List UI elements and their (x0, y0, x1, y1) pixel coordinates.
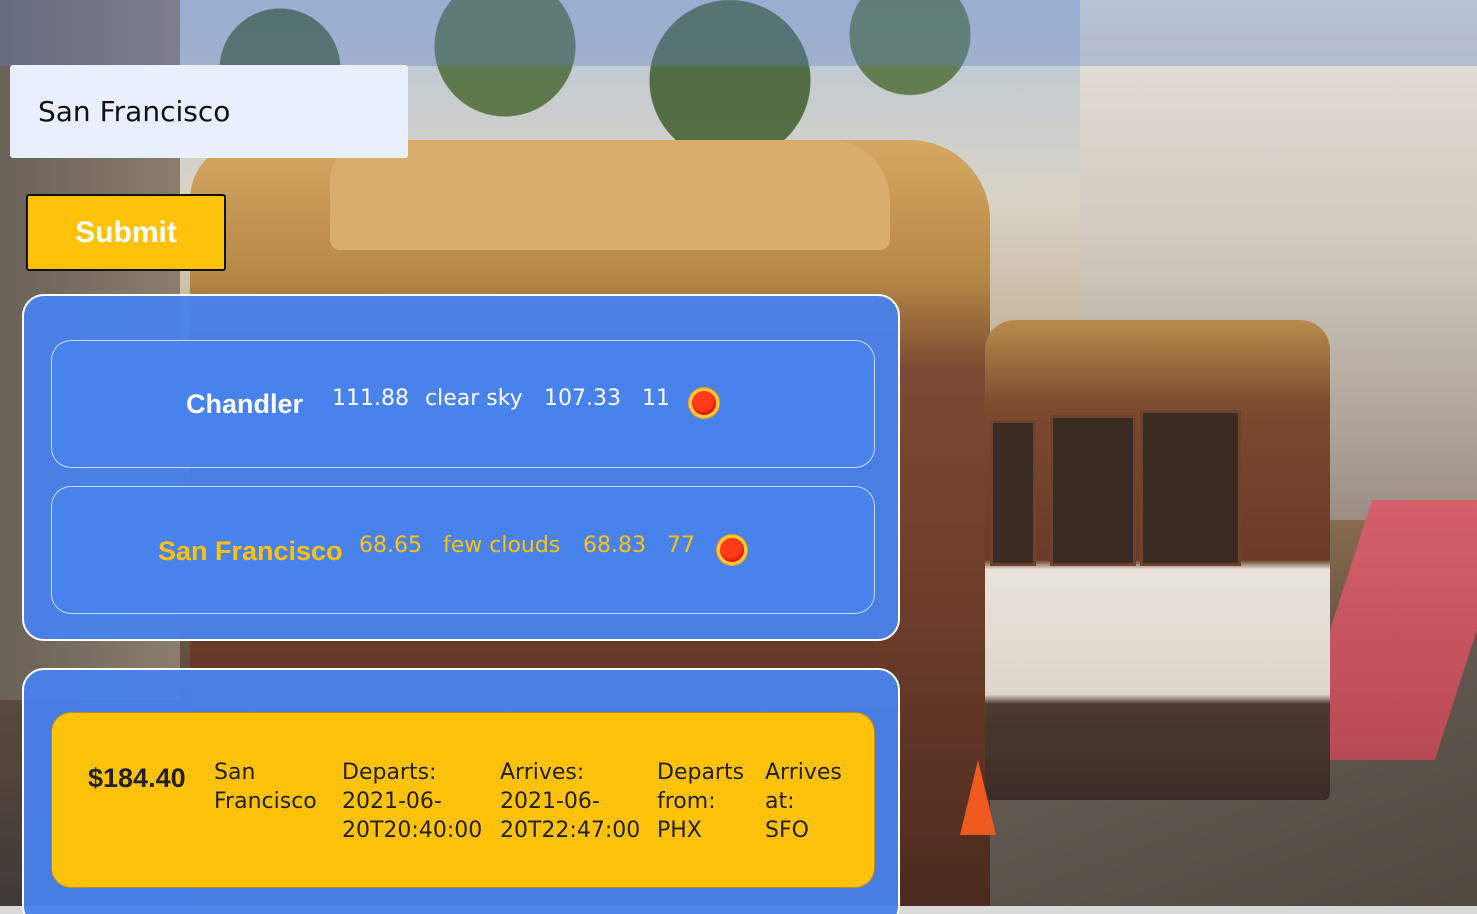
flight-origin-code: PHX (657, 818, 702, 843)
flight-destination-airport-label: Arrives (765, 760, 842, 785)
flight-destination-line: San (214, 760, 256, 785)
flight-departure-value: 2021-06- (342, 789, 442, 814)
background-cable-car-roof (330, 140, 890, 250)
sun-icon (712, 530, 752, 570)
top-overlay-strip (0, 0, 1477, 66)
flight-destination-airport: Arrives at: SFO (765, 758, 842, 845)
sun-icon (684, 383, 724, 423)
flight-destination-airport-code: SFO (765, 818, 809, 843)
submit-button[interactable]: Submit (26, 194, 226, 271)
flight-price: $184.40 (88, 763, 186, 793)
flight-departure-value: 20T20:40:00 (342, 818, 483, 843)
weather-city-name: Chandler (186, 389, 304, 419)
background-tram-window (1140, 410, 1241, 566)
city-search-input[interactable] (10, 65, 408, 158)
background-traffic-cone (960, 760, 996, 835)
weather-humidity: 11 (642, 386, 670, 411)
app-root: Submit Chandler 111.88 clear sky 107.33 … (0, 0, 1477, 914)
flight-origin-airport: Departs from: PHX (657, 758, 744, 845)
weather-feels-like: 107.33 (544, 386, 621, 411)
background-tram-window (990, 420, 1036, 566)
weather-feels-like: 68.83 (583, 533, 646, 558)
flight-origin-label: Departs (657, 760, 745, 785)
flight-destination-airport-label: at: (765, 789, 795, 814)
weather-city-name: San Francisco (158, 536, 343, 566)
flight-origin-label: from: (657, 789, 716, 814)
weather-description: few clouds (443, 533, 561, 558)
flight-destination: San Francisco (214, 758, 317, 816)
weather-temperature: 111.88 (332, 386, 409, 411)
flight-departure-label: Departs: (342, 760, 437, 785)
flight-departure-time: Departs: 2021-06- 20T20:40:00 (342, 758, 482, 845)
weather-description: clear sky (425, 386, 523, 411)
background-tram-window (1050, 415, 1136, 566)
weather-humidity: 77 (667, 533, 695, 558)
flights-panel: $184.40 San Francisco Departs: 2021-06- … (22, 668, 900, 914)
weather-card: Chandler 111.88 clear sky 107.33 11 (51, 340, 875, 468)
flight-destination-line: Francisco (214, 789, 317, 814)
flight-arrival-value: 20T22:47:00 (500, 818, 641, 843)
weather-panel: Chandler 111.88 clear sky 107.33 11 San … (22, 294, 900, 641)
weather-temperature: 68.65 (359, 533, 422, 558)
flight-arrival-label: Arrives: (500, 760, 585, 785)
flight-card: $184.40 San Francisco Departs: 2021-06- … (51, 712, 875, 888)
flight-arrival-value: 2021-06- (500, 789, 600, 814)
flight-arrival-time: Arrives: 2021-06- 20T22:47:00 (500, 758, 640, 845)
weather-card: San Francisco 68.65 few clouds 68.83 77 (51, 486, 875, 614)
